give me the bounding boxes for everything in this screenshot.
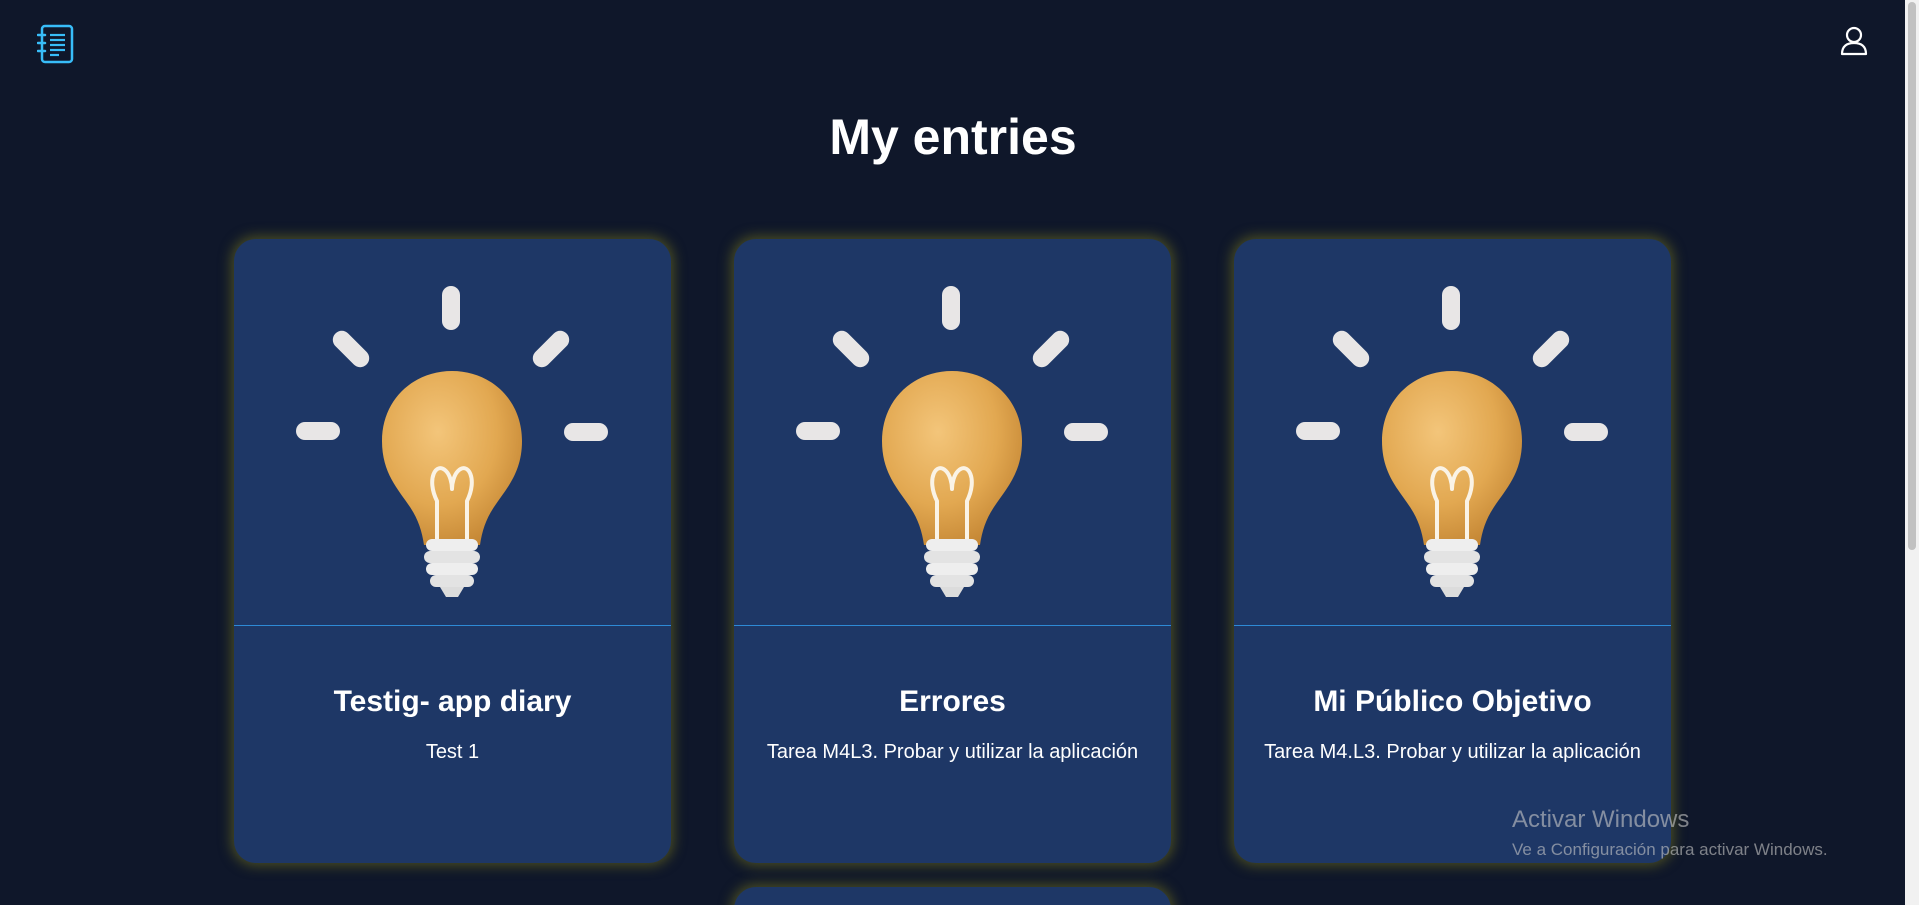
user-icon[interactable]	[1839, 26, 1869, 56]
entry-card[interactable]: Testig- app diary Test 1	[234, 239, 671, 863]
windows-activation-watermark: Activar Windows Ve a Configuración para …	[1512, 806, 1828, 860]
page-title: My entries	[829, 109, 1077, 165]
page: My entries Testig- app diary Test 1 Erro…	[0, 0, 1919, 905]
notebook-icon[interactable]	[36, 24, 75, 64]
entry-description: Tarea M4L3. Probar y utilizar la aplicac…	[766, 741, 1139, 763]
entry-title: Mi Público Objetivo	[1313, 685, 1592, 718]
scrollbar-thumb[interactable]	[1908, 2, 1916, 550]
entry-card[interactable]: Errores Tarea M4L3. Probar y utilizar la…	[734, 239, 1171, 863]
watermark-subtitle: Ve a Configuración para activar Windows.	[1512, 840, 1828, 859]
entry-card[interactable]: Mi Público Objetivo Tarea M4.L3. Probar …	[1234, 239, 1671, 863]
card-divider	[1234, 625, 1671, 626]
card-divider	[734, 625, 1171, 626]
lightbulb-icon	[1234, 239, 1671, 625]
lightbulb-icon	[734, 239, 1171, 625]
entry-description: Test 1	[425, 741, 480, 763]
lightbulb-icon	[234, 239, 671, 625]
vertical-scrollbar[interactable]	[1905, 0, 1919, 905]
watermark-title: Activar Windows	[1512, 806, 1690, 833]
entry-card-partial[interactable]	[734, 887, 1171, 905]
entry-description: Tarea M4.L3. Probar y utilizar la aplica…	[1264, 741, 1641, 763]
entry-title: Errores	[899, 685, 1006, 718]
entry-title: Testig- app diary	[333, 685, 572, 718]
card-divider	[234, 625, 671, 626]
